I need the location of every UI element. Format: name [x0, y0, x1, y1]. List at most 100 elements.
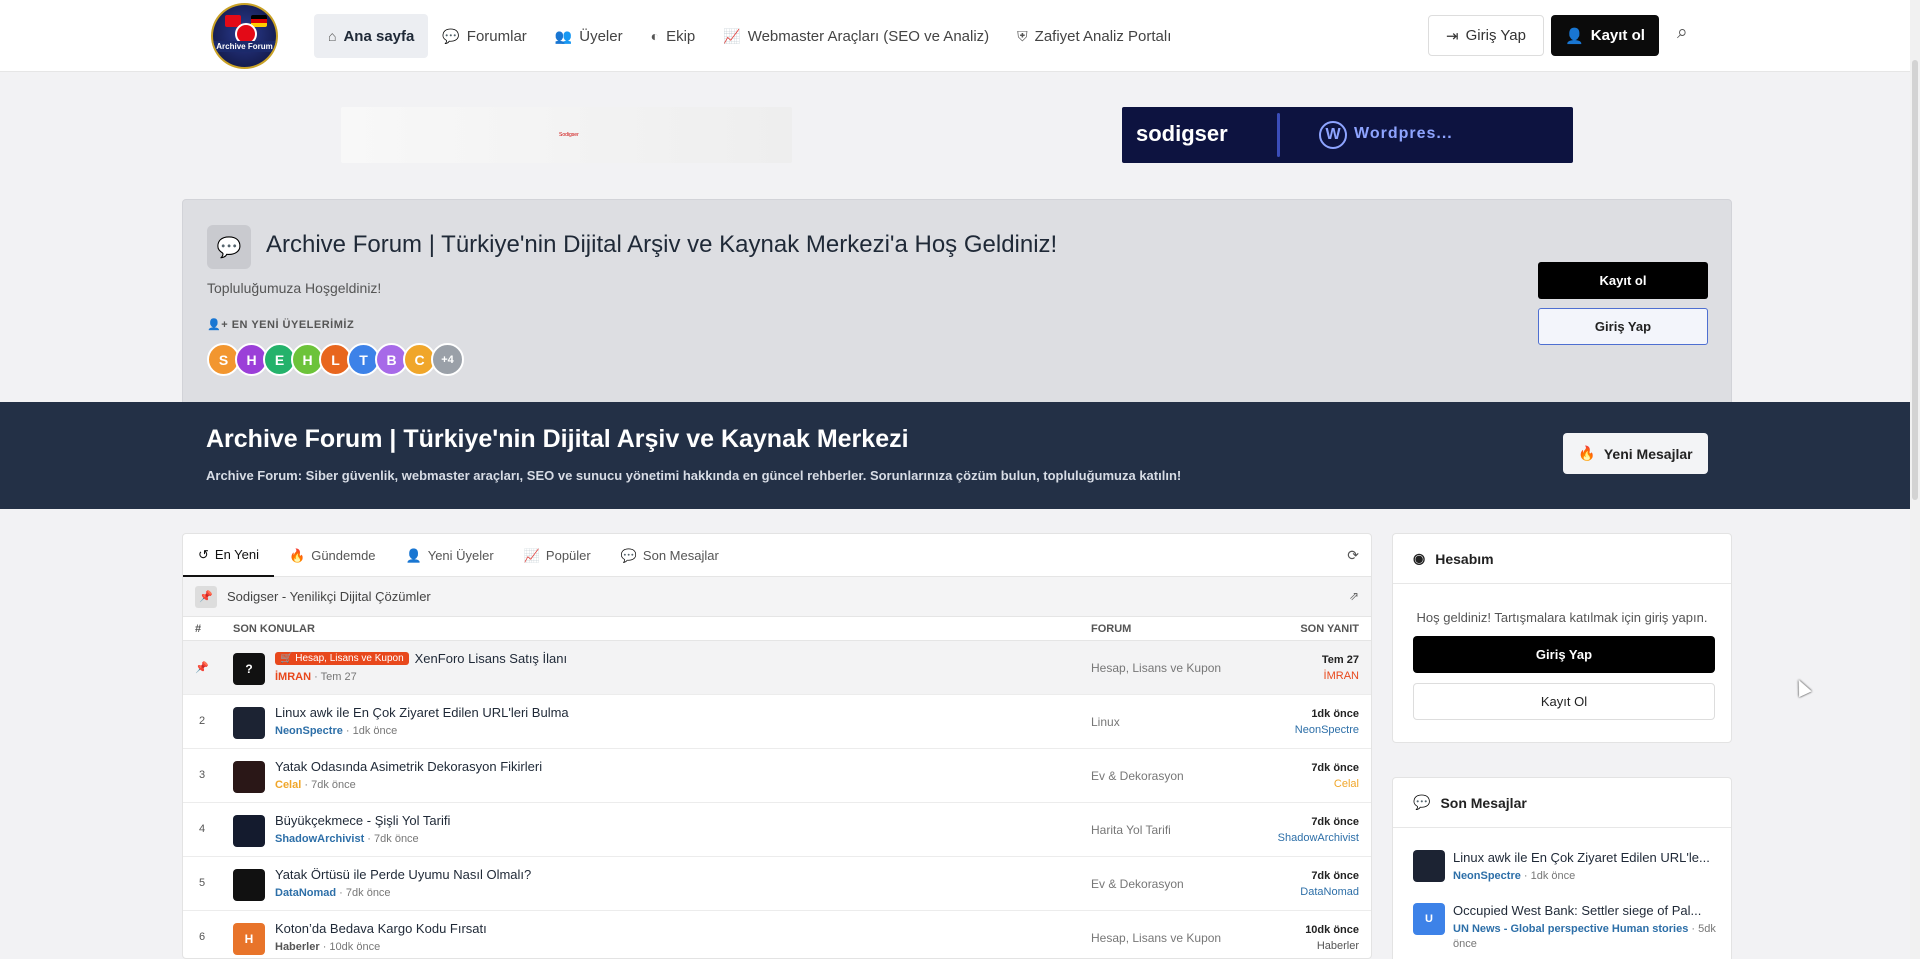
- thread-avatar[interactable]: [233, 815, 265, 847]
- table-row[interactable]: 4 Büyükçekmece - Şişli Yol Tarifi Shadow…: [183, 803, 1371, 857]
- ad-banner-right[interactable]: sodigser W Wordpres...: [1122, 107, 1573, 163]
- thread-forum[interactable]: Harita Yol Tarifi: [1091, 823, 1171, 837]
- sign-in-icon: ⇥: [1446, 27, 1459, 45]
- welcome-register-button[interactable]: Kayıt ol: [1538, 262, 1708, 299]
- recent-header: 💬 Son Mesajlar: [1393, 778, 1731, 828]
- tab-recent-messages[interactable]: 💬 Son Mesajlar: [606, 534, 734, 577]
- register-button[interactable]: 👤 Kayıt ol: [1551, 15, 1659, 56]
- nav-members[interactable]: 👥 Üyeler: [541, 14, 637, 58]
- more-members-badge[interactable]: +4: [431, 343, 464, 376]
- scrollbar-thumb[interactable]: [1912, 60, 1918, 500]
- site-logo[interactable]: Archive Forum: [211, 3, 278, 69]
- recent-avatar[interactable]: U: [1413, 903, 1445, 935]
- nav-home[interactable]: ⌂ Ana sayfa: [314, 14, 429, 58]
- recent-title[interactable]: Linux awk ile En Çok Ziyaret Edilen URL'…: [1453, 850, 1723, 865]
- last-reply-user[interactable]: İMRAN: [1324, 670, 1359, 682]
- thread-forum[interactable]: Ev & Dekorasyon: [1091, 769, 1184, 783]
- thread-title[interactable]: Linux awk ile En Çok Ziyaret Edilen URL'…: [275, 705, 569, 720]
- thread-title[interactable]: 🛒 Hesap, Lisans ve Kupon XenForo Lisans S…: [275, 651, 567, 666]
- thread-forum[interactable]: Hesap, Lisans ve Kupon: [1091, 661, 1221, 675]
- thread-title-text[interactable]: XenForo Lisans Satış İlanı: [415, 651, 567, 666]
- pin-icon: 📌: [195, 585, 217, 608]
- new-messages-button[interactable]: 🔥 Yeni Mesajlar: [1563, 433, 1708, 474]
- thread-title-text[interactable]: Yatak Odasında Asimetrik Dekorasyon Fiki…: [275, 759, 542, 774]
- thread-forum[interactable]: Hesap, Lisans ve Kupon: [1091, 931, 1221, 945]
- recent-user[interactable]: UN News - Global perspective Human stori…: [1453, 923, 1688, 935]
- thread-avatar[interactable]: [233, 869, 265, 901]
- recent-title[interactable]: Occupied West Bank: Settler siege of Pal…: [1453, 903, 1723, 918]
- nav-vulnerability-label: Zafiyet Analiz Portalı: [1034, 27, 1172, 45]
- tab-latest[interactable]: ↺ En Yeni: [183, 534, 275, 577]
- user-plus-icon: 👤: [405, 547, 422, 563]
- last-reply-user[interactable]: ShadowArchivist: [1278, 832, 1359, 844]
- last-reply-user[interactable]: Celal: [1334, 778, 1359, 790]
- thread-meta: Celal · 7dk önce: [275, 779, 356, 791]
- account-register-button[interactable]: Kayıt Ol: [1413, 683, 1715, 720]
- user-circle-icon: ◉: [1413, 550, 1426, 566]
- thread-author[interactable]: İMRAN: [275, 671, 311, 683]
- thread-avatar[interactable]: [233, 761, 265, 793]
- thread-tabs: ↺ En Yeni 🔥 Gündemde 👤 Yeni Üyeler 📈 Popüler…: [183, 534, 1371, 577]
- thread-author[interactable]: Haberler: [275, 941, 320, 953]
- last-reply-time: 1dk önce: [1311, 708, 1359, 720]
- last-reply-user[interactable]: DataNomad: [1300, 886, 1359, 898]
- nav-webmaster-tools[interactable]: 📈 Webmaster Araçları (SEO ve Analiz): [709, 14, 1003, 58]
- thread-title-text[interactable]: Linux awk ile En Çok Ziyaret Edilen URL'…: [275, 705, 569, 720]
- welcome-title: Archive Forum | Türkiye'nin Dijital Arşi…: [266, 231, 1058, 258]
- nav-team[interactable]: ◐ Ekip: [637, 14, 710, 58]
- prefix-badge[interactable]: 🛒 Hesap, Lisans ve Kupon: [275, 652, 409, 665]
- thread-title[interactable]: Yatak Örtüsü ile Perde Uyumu Nasıl Olmal…: [275, 867, 531, 882]
- thread-time: Tem 27: [320, 671, 357, 683]
- thread-author[interactable]: ShadowArchivist: [275, 833, 364, 845]
- thread-avatar[interactable]: ?: [233, 653, 265, 685]
- table-row[interactable]: 2 Linux awk ile En Çok Ziyaret Edilen UR…: [183, 695, 1371, 749]
- nav-forums[interactable]: 💬 Forumlar: [428, 14, 540, 58]
- hero-banner: Archive Forum | Türkiye'nin Dijital Arşi…: [0, 402, 1910, 509]
- thread-title-text[interactable]: Yatak Örtüsü ile Perde Uyumu Nasıl Olmal…: [275, 867, 531, 882]
- last-reply-user[interactable]: Haberler: [1317, 940, 1359, 952]
- tab-recent-messages-label: Son Mesajlar: [642, 548, 719, 563]
- thread-forum[interactable]: Linux: [1091, 715, 1120, 729]
- thread-title[interactable]: Yatak Odasında Asimetrik Dekorasyon Fiki…: [275, 759, 542, 774]
- comments-icon: 💬: [207, 225, 251, 269]
- refresh-icon[interactable]: ⟳: [1347, 547, 1359, 564]
- row-number: 5: [198, 877, 206, 889]
- external-link-icon[interactable]: ⇗: [1349, 589, 1359, 603]
- tab-popular[interactable]: 📈 Popüler: [509, 534, 606, 577]
- thread-avatar[interactable]: [233, 707, 265, 739]
- recent-time: 1dk önce: [1530, 870, 1576, 882]
- home-icon: ⌂: [328, 28, 337, 44]
- recent-user[interactable]: NeonSpectre: [1453, 870, 1521, 882]
- thread-title-text[interactable]: Büyükçekmece - Şişli Yol Tarifi: [275, 813, 450, 828]
- thread-author[interactable]: Celal: [275, 779, 301, 791]
- last-reply-user[interactable]: NeonSpectre: [1295, 724, 1359, 736]
- pinned-bar[interactable]: 📌 Sodigser - Yenilikçi Dijital Çözümler …: [183, 577, 1371, 617]
- recent-avatar[interactable]: [1413, 850, 1445, 882]
- table-row[interactable]: 📌 ? 🛒 Hesap, Lisans ve Kupon XenForo Lisa…: [183, 641, 1371, 695]
- table-row[interactable]: 6 H Koton’da Bedava Kargo Kodu Fırsatı H…: [183, 911, 1371, 958]
- tab-trending[interactable]: 🔥 Gündemde: [274, 534, 391, 577]
- table-row[interactable]: 3 Yatak Odasında Asimetrik Dekorasyon Fi…: [183, 749, 1371, 803]
- thread-author[interactable]: NeonSpectre: [275, 725, 343, 737]
- recent-messages-panel: 💬 Son Mesajlar Linux awk ile En Çok Ziyar…: [1392, 777, 1732, 959]
- search-icon[interactable]: ⌕: [1677, 22, 1701, 46]
- welcome-login-button[interactable]: Giriş Yap: [1538, 308, 1708, 345]
- login-button[interactable]: ⇥ Giriş Yap: [1428, 15, 1544, 56]
- account-login-button[interactable]: Giriş Yap: [1413, 636, 1715, 673]
- table-row[interactable]: 5 Yatak Örtüsü ile Perde Uyumu Nasıl Olm…: [183, 857, 1371, 911]
- thread-meta: ShadowArchivist · 7dk önce: [275, 833, 419, 845]
- fire-icon: 🔥: [289, 547, 306, 563]
- tab-latest-label: En Yeni: [214, 547, 260, 562]
- thread-title[interactable]: Büyükçekmece - Şişli Yol Tarifi: [275, 813, 450, 828]
- scrollbar[interactable]: [1910, 0, 1920, 959]
- header-forum: FORUM: [1091, 622, 1132, 635]
- tab-new-members[interactable]: 👤 Yeni Üyeler: [391, 534, 509, 577]
- thread-time: 7dk önce: [345, 887, 391, 899]
- thread-title[interactable]: Koton’da Bedava Kargo Kodu Fırsatı: [275, 921, 487, 936]
- thread-author[interactable]: DataNomad: [275, 887, 336, 899]
- thread-title-text[interactable]: Koton’da Bedava Kargo Kodu Fırsatı: [275, 921, 487, 936]
- thread-avatar[interactable]: H: [233, 923, 265, 955]
- nav-vulnerability-portal[interactable]: ⛨ Zafiyet Analiz Portalı: [1003, 14, 1185, 58]
- thread-forum[interactable]: Ev & Dekorasyon: [1091, 877, 1184, 891]
- ad-banner-left[interactable]: Sodigser: [341, 107, 792, 163]
